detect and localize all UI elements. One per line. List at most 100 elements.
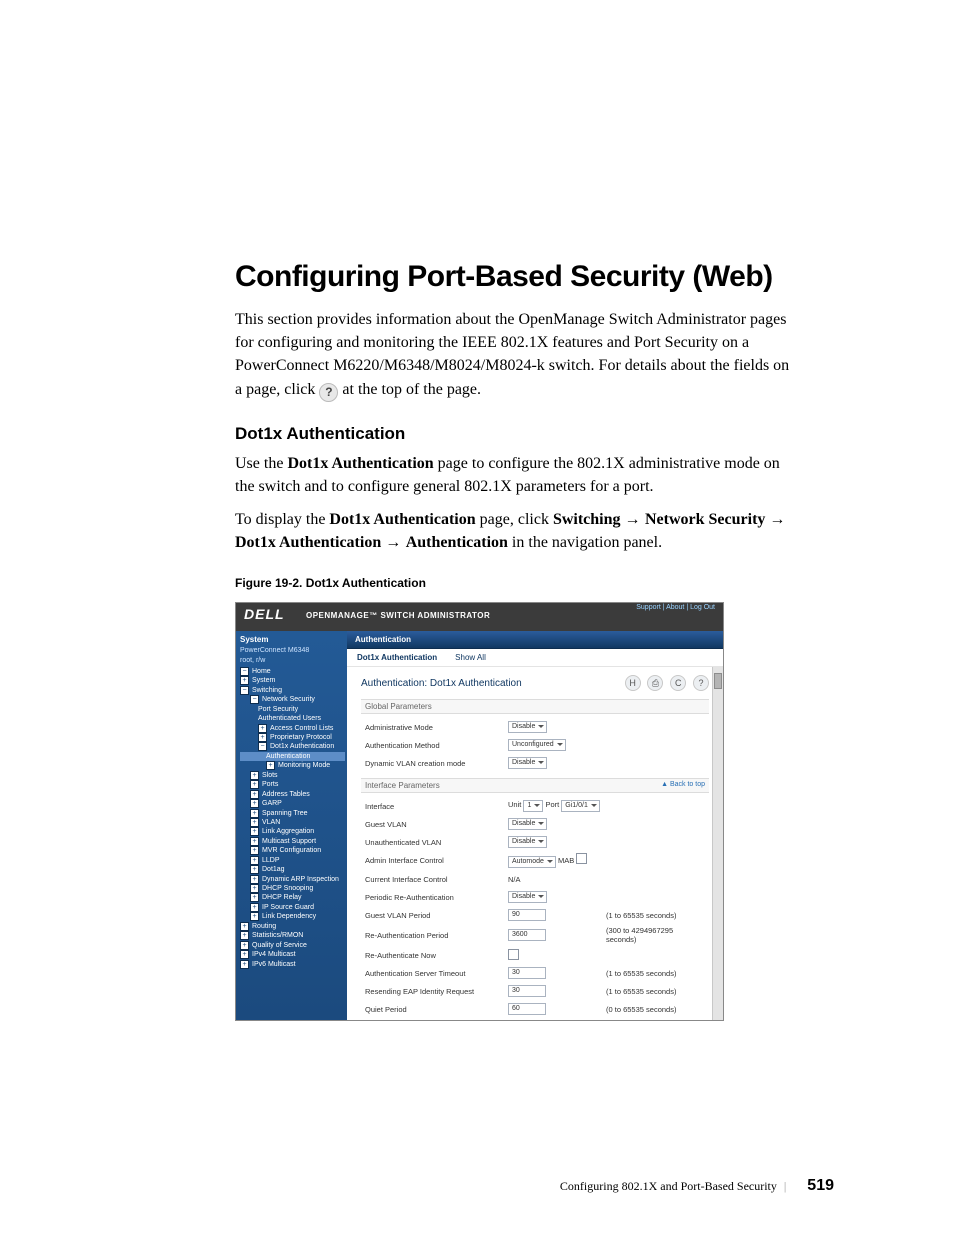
tree-item[interactable]: +Link Dependency [240, 912, 345, 921]
tree-toggle-icon[interactable]: + [240, 950, 249, 959]
tree-item[interactable]: +System [240, 676, 345, 685]
table-row: Unauthenticated VLANDisable [361, 833, 709, 851]
input-re-authentication-period[interactable]: 3600 [508, 929, 546, 941]
tree-item[interactable]: +Link Aggregation [240, 827, 345, 836]
tree-toggle-icon[interactable]: + [240, 676, 249, 685]
tree-root[interactable]: System [240, 635, 345, 646]
nav-tree[interactable]: System PowerConnect M6348 root, r/w −Hom… [236, 631, 347, 1020]
tree-item[interactable]: +IP Source Guard [240, 903, 345, 912]
tree-item[interactable]: +Ports [240, 780, 345, 789]
tree-item[interactable]: +DHCP Relay [240, 893, 345, 902]
select-unit[interactable]: 1 [523, 800, 543, 812]
tree-item[interactable]: +Multicast Support [240, 837, 345, 846]
tree-item[interactable]: Port Security [240, 705, 345, 714]
tree-item[interactable]: +GARP [240, 799, 345, 808]
scrollbar-thumb[interactable] [714, 673, 722, 689]
tab-show-all[interactable]: Show All [455, 653, 486, 662]
tree-item[interactable]: +VLAN [240, 818, 345, 827]
select-unauthenticated-vlan[interactable]: Disable [508, 836, 547, 848]
tree-toggle-icon[interactable]: + [250, 799, 259, 808]
tree-item[interactable]: +Routing [240, 922, 345, 931]
tree-item-label: VLAN [262, 819, 280, 826]
table-row: Quiet Period60(0 to 65535 seconds) [361, 1000, 709, 1018]
tree-toggle-icon[interactable]: + [250, 846, 259, 855]
tree-toggle-icon[interactable]: − [240, 686, 249, 695]
select-port[interactable]: Gi1/0/1 [561, 800, 600, 812]
tree-item[interactable]: +DHCP Snooping [240, 884, 345, 893]
tree-item[interactable]: −Switching [240, 686, 345, 695]
tree-item[interactable]: +IPv4 Multicast [240, 950, 345, 959]
tree-toggle-icon[interactable]: + [250, 780, 259, 789]
tree-toggle-icon[interactable]: + [250, 837, 259, 846]
checkbox-re-authenticate-now[interactable] [508, 949, 519, 960]
select-dynamic-vlan-creation-mode[interactable]: Disable [508, 757, 547, 769]
tree-item[interactable]: +Spanning Tree [240, 809, 345, 818]
field-label: Authentication Method [361, 736, 504, 754]
input-authentication-server-timeout[interactable]: 30 [508, 967, 546, 979]
input-quiet-period[interactable]: 60 [508, 1003, 546, 1015]
refresh-icon[interactable]: C [670, 675, 686, 691]
tree-item[interactable]: +Dynamic ARP Inspection [240, 875, 345, 884]
tree-item[interactable]: −Dot1x Authentication [240, 742, 345, 751]
section-label-text: Interface Parameters [365, 781, 440, 790]
tree-item[interactable]: Authenticated Users [240, 714, 345, 723]
tree-toggle-icon[interactable]: + [240, 941, 249, 950]
scrollbar[interactable] [712, 667, 723, 1021]
tree-item[interactable]: +Access Control Lists [240, 724, 345, 733]
field-label: Resending EAP Identity Request [361, 982, 504, 1000]
table-row: Guest VLANDisable [361, 815, 709, 833]
tab-dot1x-auth[interactable]: Dot1x Authentication [357, 653, 437, 662]
tree-item[interactable]: +LLDP [240, 856, 345, 865]
tree-user: root, r/w [240, 656, 345, 665]
tree-toggle-icon[interactable]: + [250, 884, 259, 893]
back-to-top-link[interactable]: ▲ Back to top [661, 781, 705, 790]
input-guest-vlan-period[interactable]: 90 [508, 909, 546, 921]
tree-toggle-icon[interactable]: + [240, 931, 249, 940]
tree-toggle-icon[interactable]: + [258, 733, 267, 742]
tree-toggle-icon[interactable]: + [250, 912, 259, 921]
tree-item[interactable]: +Quality of Service [240, 941, 345, 950]
input-resending-eap-identity-request[interactable]: 30 [508, 985, 546, 997]
save-icon[interactable]: H [625, 675, 641, 691]
tree-item[interactable]: +Address Tables [240, 790, 345, 799]
tree-item[interactable]: +MVR Configuration [240, 846, 345, 855]
tree-item[interactable]: −Network Security [240, 695, 345, 704]
tree-toggle-icon[interactable]: − [240, 667, 249, 676]
select-guest-vlan[interactable]: Disable [508, 818, 547, 830]
tree-item[interactable]: +IPv6 Multicast [240, 960, 345, 969]
tree-item[interactable]: Authentication [240, 752, 345, 761]
print-icon[interactable]: ⎙ [647, 675, 663, 691]
select-administrative-mode[interactable]: Disable [508, 721, 547, 733]
tree-item[interactable]: −Home [240, 667, 345, 676]
tree-item[interactable]: +Monitoring Mode [240, 761, 345, 770]
tree-toggle-icon[interactable]: + [250, 865, 259, 874]
tree-item[interactable]: +Slots [240, 771, 345, 780]
tree-toggle-icon[interactable]: + [250, 875, 259, 884]
header-links[interactable]: Support | About | Log Out [636, 604, 715, 611]
tree-toggle-icon[interactable]: + [250, 856, 259, 865]
select-periodic-re-authentication[interactable]: Disable [508, 891, 547, 903]
tree-toggle-icon[interactable]: + [250, 827, 259, 836]
tree-toggle-icon[interactable]: + [250, 818, 259, 827]
tree-toggle-icon[interactable]: + [250, 893, 259, 902]
tree-toggle-icon[interactable]: + [250, 790, 259, 799]
tree-item-label: Routing [252, 923, 276, 930]
tree-toggle-icon[interactable]: − [258, 742, 267, 751]
tree-toggle-icon[interactable]: + [240, 922, 249, 931]
tree-toggle-icon[interactable]: + [250, 771, 259, 780]
help-icon[interactable]: ? [693, 675, 709, 691]
tree-toggle-icon[interactable]: + [266, 761, 275, 770]
tree-toggle-icon[interactable]: + [240, 960, 249, 969]
tree-toggle-icon[interactable]: + [250, 903, 259, 912]
checkbox-mab[interactable] [576, 853, 587, 864]
tree-item[interactable]: +Proprietary Protocol [240, 733, 345, 742]
select-admin-interface-control[interactable]: Automode [508, 856, 556, 868]
tree-item[interactable]: +Statistics/RMON [240, 931, 345, 940]
tree-toggle-icon[interactable]: − [250, 695, 259, 704]
tree-item-label: Home [252, 668, 271, 675]
tree-toggle-icon[interactable]: + [250, 809, 259, 818]
select-authentication-method[interactable]: Unconfigured [508, 739, 566, 751]
tree-toggle-icon[interactable]: + [258, 724, 267, 733]
field-hint: (1 to 65535 seconds) [602, 906, 709, 924]
tree-item[interactable]: +Dot1ag [240, 865, 345, 874]
